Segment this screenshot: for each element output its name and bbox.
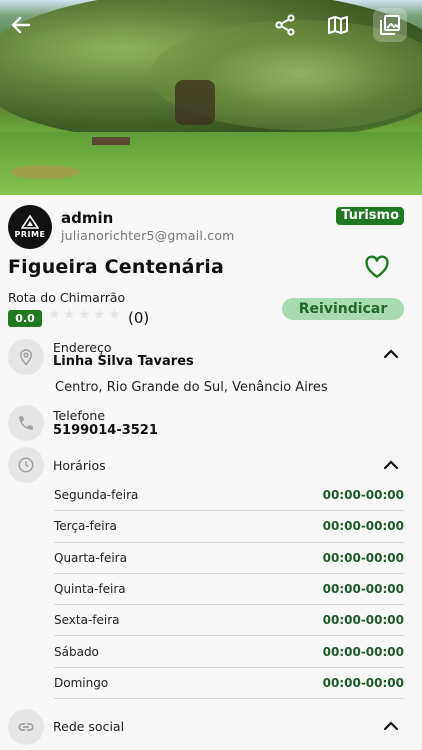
gallery-icon <box>380 15 400 35</box>
grass <box>0 132 422 195</box>
time-range: 00:00-00:00 <box>322 582 404 597</box>
list-item: Domingo 00:00-00:00 <box>54 668 404 700</box>
prime-logo-icon <box>21 215 39 229</box>
day-label: Sábado <box>54 644 99 659</box>
time-range: 00:00-00:00 <box>322 644 404 659</box>
star-icon: ★ <box>78 307 91 323</box>
heart-icon[interactable] <box>364 255 390 279</box>
tree-trunk <box>175 80 215 125</box>
list-item: Quarta-feira 00:00-00:00 <box>54 543 404 574</box>
phone-icon-circle <box>8 405 44 441</box>
review-count: (0) <box>128 309 150 327</box>
publisher-email: julianorichter5@gmail.com <box>61 228 235 243</box>
bench <box>92 137 130 145</box>
place-title: Figueira Centenária <box>8 256 225 278</box>
link-icon <box>18 723 34 731</box>
star-icon: ★ <box>108 307 121 323</box>
day-label: Terça-feira <box>54 519 117 534</box>
day-label: Quarta-feira <box>54 550 127 565</box>
time-range: 00:00-00:00 <box>322 675 404 690</box>
rating-badge: 0.0 <box>8 310 42 327</box>
star-icon: ★ <box>93 307 106 323</box>
hero-photo <box>0 0 422 195</box>
time-range: 00:00-00:00 <box>322 519 404 534</box>
star-icon: ★ <box>48 307 61 323</box>
dirt-patch <box>10 165 80 179</box>
address-street: Linha Silva Tavares <box>53 354 194 369</box>
time-range: 00:00-00:00 <box>322 613 404 628</box>
map-button[interactable] <box>321 8 355 42</box>
list-item: Sexta-feira 00:00-00:00 <box>54 605 404 637</box>
list-item: Quinta-feira 00:00-00:00 <box>54 574 404 606</box>
phone-number[interactable]: 5199014-3521 <box>53 423 158 438</box>
hours-list: Segunda-feira 00:00-00:00 Terça-feira 00:0… <box>54 480 404 700</box>
list-item: Segunda-feira 00:00-00:00 <box>54 480 404 512</box>
list-item: Terça-feira 00:00-00:00 <box>54 511 404 543</box>
chevron-up-icon[interactable] <box>382 720 400 732</box>
list-item: Sábado 00:00-00:00 <box>54 636 404 668</box>
avatar[interactable]: PRIME <box>8 205 52 249</box>
hours-label: Horários <box>53 458 106 473</box>
share-button[interactable] <box>268 8 302 42</box>
chevron-up-icon[interactable] <box>382 348 400 360</box>
day-label: Quinta-feira <box>54 582 126 597</box>
social-label: Rede social <box>53 719 125 734</box>
day-label: Sexta-feira <box>54 613 120 628</box>
gallery-button[interactable] <box>373 8 407 42</box>
day-label: Segunda-feira <box>54 488 139 503</box>
time-range: 00:00-00:00 <box>322 488 404 503</box>
star-rating[interactable]: ★ ★ ★ ★ ★ <box>48 307 121 323</box>
star-icon: ★ <box>63 307 76 323</box>
chevron-up-icon[interactable] <box>382 459 400 471</box>
clock-icon-circle <box>8 447 44 483</box>
address-line2: Centro, Rio Grande do Sul, Venâncio Aire… <box>55 380 328 395</box>
logo-text: PRIME <box>14 230 46 239</box>
time-range: 00:00-00:00 <box>322 550 404 565</box>
location-pin-icon <box>19 349 33 366</box>
back-arrow-icon <box>11 16 31 34</box>
phone-label: Telefone <box>53 408 106 423</box>
clock-icon <box>18 457 34 473</box>
publisher-name: admin <box>61 209 114 227</box>
category-badge: Turismo <box>336 207 404 225</box>
back-button[interactable] <box>4 8 38 42</box>
address-label: Endereço <box>53 340 112 355</box>
claim-button[interactable]: Reivindicar <box>282 298 404 320</box>
share-icon <box>275 14 295 36</box>
location-icon-circle <box>8 339 44 375</box>
day-label: Domingo <box>54 675 109 690</box>
map-icon <box>328 16 348 34</box>
phone-icon <box>19 416 33 430</box>
link-icon-circle <box>8 709 44 745</box>
route-name: Rota do Chimarrão <box>8 290 126 305</box>
